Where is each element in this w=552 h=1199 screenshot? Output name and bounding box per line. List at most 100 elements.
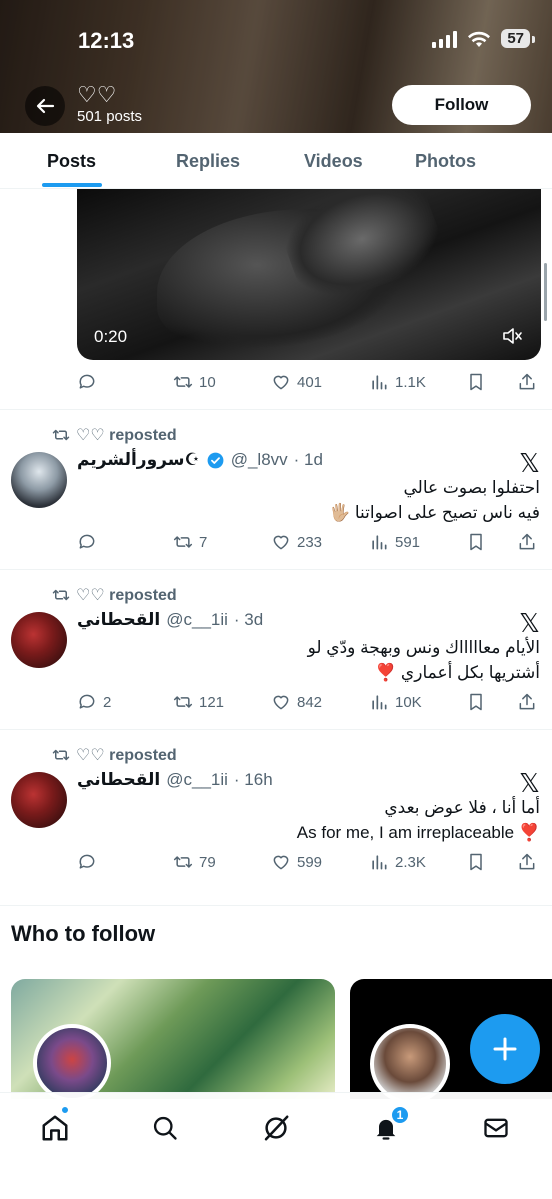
tab-photos[interactable]: Photos [415,133,476,189]
compose-button[interactable] [470,1014,540,1084]
reply-button[interactable] [77,372,103,392]
follow-button[interactable]: Follow [392,85,531,125]
views-button[interactable]: 1.1K [369,372,426,392]
nav-search[interactable] [148,1111,182,1145]
heart-icon [273,535,289,550]
avatar[interactable] [11,612,67,668]
tab-posts[interactable]: Posts [47,133,96,189]
post-text-line: أشتريها بكل أعماري ❣️ [375,663,540,682]
status-time: 12:13 [78,28,135,53]
like-button[interactable]: 842 [271,692,322,712]
views-count: 10K [395,693,422,711]
share-icon [519,373,535,390]
avatar[interactable] [11,772,67,828]
author-handle[interactable]: @c__1ii [166,770,228,790]
reply-button[interactable] [77,852,103,872]
post-actions: 79 599 2.3K [77,850,541,874]
repost-button[interactable]: 79 [173,852,216,872]
tab-videos[interactable]: Videos [304,133,363,189]
profile-tabs: Posts Replies Videos Photos [0,133,552,189]
views-button[interactable]: 2.3K [369,852,426,872]
home-icon [42,1115,68,1141]
author-name[interactable]: سرورألشريم☪︎ [77,450,200,470]
bookmark-icon [470,373,482,391]
divider [0,409,552,410]
avatar[interactable] [11,452,67,508]
repost-icon [52,429,70,441]
video-player[interactable]: 0:20 [77,189,541,360]
mute-icon[interactable] [501,325,523,347]
bookmark-button[interactable] [466,692,486,712]
author-name[interactable]: القحطاني [77,610,160,630]
grok-icon [264,1115,289,1141]
repost-button[interactable]: 7 [173,532,207,552]
back-button[interactable] [25,86,65,126]
repost-button[interactable]: 10 [173,372,216,392]
mail-icon [484,1118,508,1138]
bookmark-icon [470,533,482,551]
author-handle[interactable]: @c__1ii [166,610,228,630]
repost-icon [173,536,193,548]
like-button[interactable]: 233 [271,532,322,552]
share-button[interactable] [517,532,537,552]
repost-count: 121 [199,693,225,711]
share-icon [519,853,535,870]
nav-messages[interactable] [479,1111,513,1145]
like-count: 599 [297,853,323,871]
reply-icon [79,694,95,709]
scrollbar[interactable] [544,263,547,321]
repost-icon [52,749,70,761]
repost-indicator: ♡♡ reposted [52,425,177,445]
views-count: 591 [395,533,421,551]
reply-button[interactable]: 2 [77,692,111,712]
bookmark-icon [470,693,482,711]
post-actions: 10 401 1.1K [77,370,541,394]
suggestion-avatar[interactable] [33,1024,111,1102]
share-button[interactable] [517,852,537,872]
divider [0,905,552,906]
verified-badge-icon [207,452,224,468]
post-time: · 1d [293,450,323,469]
share-button[interactable] [517,372,537,392]
who-to-follow-title: Who to follow [11,921,156,946]
share-icon [519,693,535,710]
notifications-badge: 1 [390,1105,410,1125]
author-handle[interactable]: @_l8vv [231,450,288,470]
heart-icon [273,695,289,710]
repost-count: 7 [199,533,208,551]
repost-button[interactable]: 121 [173,692,224,712]
divider [0,729,552,730]
arrow-left-icon [36,98,55,114]
battery-indicator: 57 [501,29,535,48]
like-button[interactable]: 599 [271,852,322,872]
heart-icon [273,855,289,870]
repost-indicator: ♡♡ reposted [52,745,177,765]
bookmark-button[interactable] [466,532,486,552]
post-text-line: أما أنا ، فلا عوض بعدي [384,798,540,817]
like-button[interactable]: 401 [271,372,322,392]
bookmark-button[interactable] [466,372,486,392]
repost-count: 10 [199,373,216,391]
profile-posts-count: 501 posts [77,108,143,125]
views-button[interactable]: 591 [369,532,420,552]
post-author: سرورألشريم☪︎ @_l8vv · 1d [77,450,323,470]
bottom-navigation: 1 [0,1092,552,1199]
tab-replies[interactable]: Replies [176,133,240,189]
author-name[interactable]: القحطاني [77,770,160,790]
post-text: أما أنا ، فلا عوض بعدي As for me, I am i… [297,795,540,845]
post-time: · 3d [233,610,264,629]
share-button[interactable] [517,692,537,712]
nav-grok[interactable] [259,1111,293,1145]
reply-icon [79,854,95,869]
nav-home[interactable] [38,1111,72,1145]
divider [0,569,552,570]
home-notification-dot [60,1105,70,1115]
post-time: · 16h [233,770,273,789]
bookmark-button[interactable] [466,852,486,872]
repost-indicator: ♡♡ reposted [52,585,177,605]
views-button[interactable]: 10K [369,692,422,712]
reply-count: 2 [103,693,112,711]
reply-button[interactable] [77,532,103,552]
views-icon [372,855,387,870]
wifi-icon [468,31,491,47]
